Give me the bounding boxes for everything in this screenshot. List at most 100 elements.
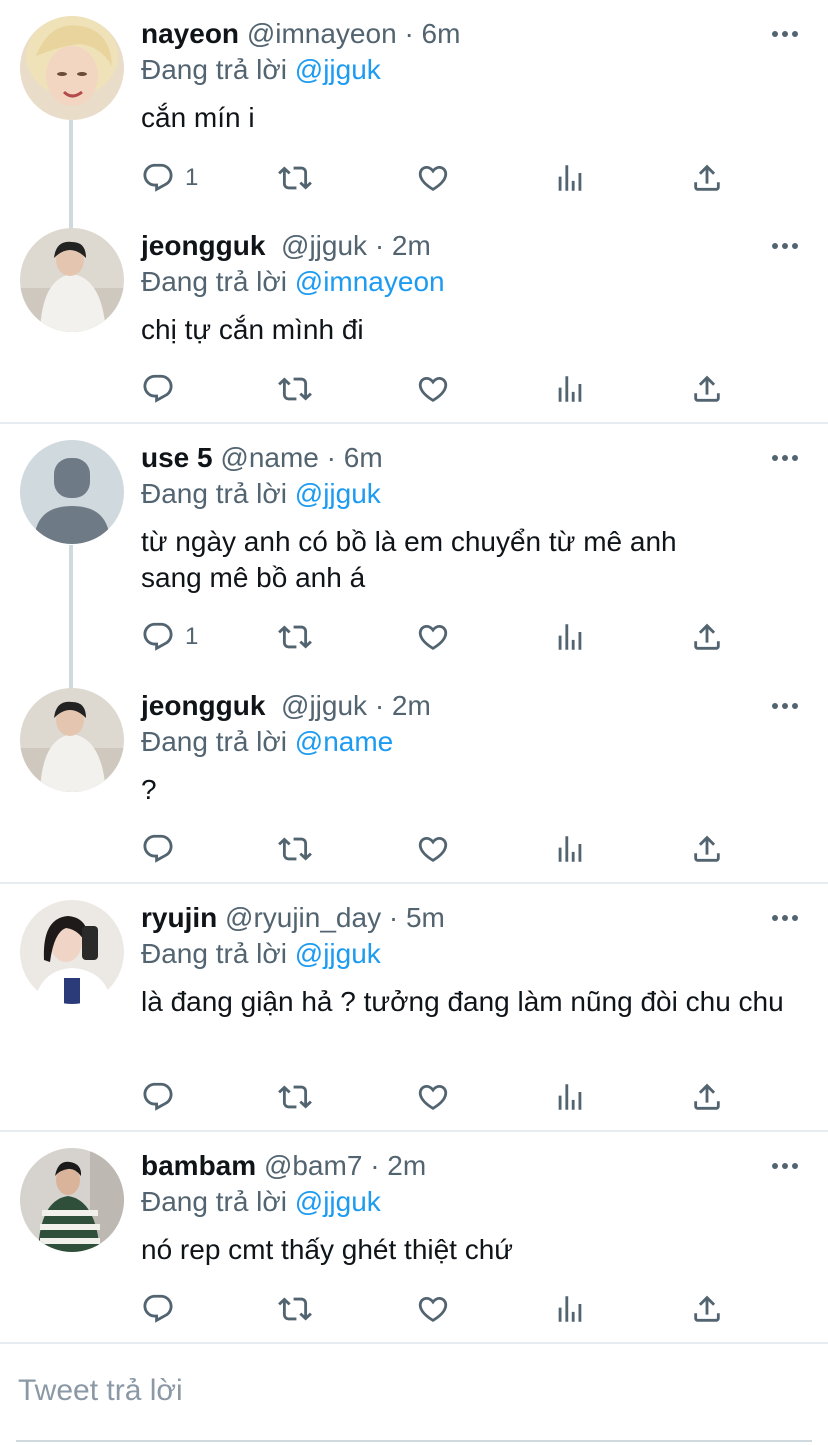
reply-button[interactable] (141, 1292, 175, 1326)
author-handle[interactable]: @name (220, 442, 318, 473)
mention-link[interactable]: @jjguk (295, 478, 381, 509)
retweet-button[interactable] (278, 620, 312, 654)
like-icon (416, 1080, 450, 1114)
replying-prefix: Đang trả lời (141, 1186, 287, 1217)
share-button[interactable] (690, 1080, 724, 1114)
retweet-icon (278, 832, 312, 866)
separator-dot: · (370, 1150, 380, 1181)
separator-dot: · (326, 442, 336, 473)
replying-prefix: Đang trả lời (141, 54, 287, 85)
thread-line (69, 120, 73, 230)
tweet-text: chị tự cắn mình đi (141, 314, 364, 345)
retweet-icon (278, 620, 312, 654)
like-button[interactable] (416, 620, 450, 654)
share-button[interactable] (690, 372, 724, 406)
avatar[interactable] (20, 228, 124, 332)
more-icon[interactable] (772, 703, 798, 711)
like-button[interactable] (416, 1080, 450, 1114)
mention-link[interactable]: @jjguk (295, 1186, 381, 1217)
mention-link[interactable]: @jjguk (295, 54, 381, 85)
timestamp[interactable]: 2m (387, 1150, 426, 1181)
reply-button[interactable]: 1 (141, 161, 198, 195)
analytics-button[interactable] (553, 161, 587, 195)
like-button[interactable] (416, 161, 450, 195)
reply-icon (141, 372, 175, 406)
replying-to: Đang trả lời @jjguk (141, 1185, 381, 1219)
retweet-button[interactable] (278, 832, 312, 866)
divider (0, 1130, 828, 1132)
author-handle[interactable]: @bam7 (264, 1150, 362, 1181)
share-button[interactable] (690, 620, 724, 654)
share-icon (690, 372, 724, 406)
separator-dot: · (388, 902, 399, 933)
more-icon[interactable] (772, 243, 798, 251)
analytics-icon (553, 620, 587, 654)
author-handle[interactable]: @imnayeon (247, 18, 397, 49)
author-name[interactable]: bambam (141, 1150, 256, 1181)
reply-button[interactable] (141, 832, 175, 866)
like-icon (416, 161, 450, 195)
mention-link[interactable]: @name (295, 726, 393, 757)
more-icon[interactable] (772, 455, 798, 463)
more-icon[interactable] (772, 915, 798, 923)
reply-icon (141, 620, 175, 654)
avatar[interactable] (20, 1148, 124, 1252)
more-icon[interactable] (772, 31, 798, 39)
timestamp[interactable]: 6m (344, 442, 383, 473)
avatar[interactable] (20, 440, 124, 544)
timestamp[interactable]: 2m (392, 690, 431, 721)
reply-input[interactable]: Tweet trả lời (18, 1374, 183, 1408)
share-button[interactable] (690, 161, 724, 195)
retweet-button[interactable] (278, 372, 312, 406)
analytics-button[interactable] (553, 620, 587, 654)
mention-link[interactable]: @imnayeon (295, 266, 445, 297)
analytics-button[interactable] (553, 1080, 587, 1114)
reply-button[interactable] (141, 1080, 175, 1114)
like-button[interactable] (416, 372, 450, 406)
reply-compose[interactable]: Tweet trả lời (0, 1346, 828, 1445)
analytics-button[interactable] (553, 372, 587, 406)
author-handle[interactable]: @jjguk (281, 230, 367, 261)
analytics-icon (553, 372, 587, 406)
share-button[interactable] (690, 832, 724, 866)
like-button[interactable] (416, 1292, 450, 1326)
compose-underline (16, 1440, 812, 1442)
tweet-text: từ ngày anh có bồ là em chuyển từ mê anh… (141, 526, 677, 593)
reply-button[interactable]: 1 (141, 620, 198, 654)
author-name[interactable]: ryujin (141, 902, 217, 933)
replying-prefix: Đang trả lời (141, 478, 287, 509)
analytics-button[interactable] (553, 1292, 587, 1326)
reply-count: 1 (185, 164, 199, 191)
like-icon (416, 1292, 450, 1326)
timestamp[interactable]: 5m (406, 902, 445, 933)
author-name[interactable]: jeongguk (141, 690, 265, 721)
timestamp[interactable]: 6m (422, 18, 461, 49)
author-name[interactable]: use 5 (141, 442, 213, 473)
separator-dot: · (404, 18, 414, 49)
avatar[interactable] (20, 900, 124, 1004)
divider (0, 882, 828, 884)
share-button[interactable] (690, 1292, 724, 1326)
author-name[interactable]: nayeon (141, 18, 239, 49)
like-icon (416, 620, 450, 654)
retweet-button[interactable] (278, 161, 312, 195)
separator-dot: · (374, 690, 385, 721)
avatar[interactable] (20, 16, 124, 120)
retweet-icon (278, 372, 312, 406)
author-handle[interactable]: @jjguk (281, 690, 367, 721)
retweet-button[interactable] (278, 1292, 312, 1326)
mention-link[interactable]: @jjguk (295, 938, 381, 969)
timestamp[interactable]: 2m (392, 230, 431, 261)
replying-to: Đang trả lời @imnayeon (141, 265, 445, 299)
more-icon[interactable] (772, 1163, 798, 1171)
reply-button[interactable] (141, 372, 175, 406)
like-button[interactable] (416, 832, 450, 866)
author-name[interactable]: jeongguk (141, 230, 265, 261)
replying-prefix: Đang trả lời (141, 726, 287, 757)
analytics-button[interactable] (553, 832, 587, 866)
avatar[interactable] (20, 688, 124, 792)
author-handle[interactable]: @ryujin_day (225, 902, 381, 933)
retweet-button[interactable] (278, 1080, 312, 1114)
replying-to: Đang trả lời @jjguk (141, 477, 381, 511)
replying-prefix: Đang trả lời (141, 266, 287, 297)
